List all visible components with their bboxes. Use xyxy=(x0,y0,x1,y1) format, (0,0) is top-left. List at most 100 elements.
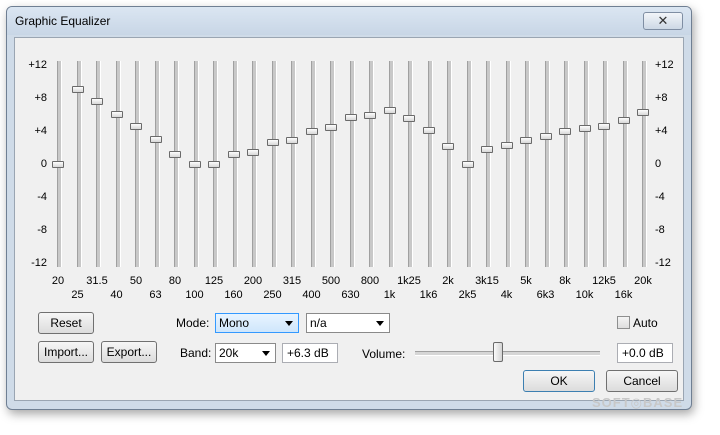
band-slider-125[interactable] xyxy=(208,38,221,273)
band-slider-track[interactable] xyxy=(271,61,277,267)
band-slider-1k25[interactable] xyxy=(403,38,416,273)
band-slider-thumb[interactable] xyxy=(247,148,259,156)
auto-checkbox[interactable] xyxy=(617,316,630,329)
band-slider-track[interactable] xyxy=(115,61,121,267)
band-slider-thumb[interactable] xyxy=(578,125,591,133)
band-slider-80[interactable] xyxy=(169,38,182,273)
band-slider-thumb[interactable] xyxy=(71,86,84,94)
band-slider-thumb[interactable] xyxy=(188,160,201,168)
band-slider-200[interactable] xyxy=(247,38,260,273)
band-slider-16k[interactable] xyxy=(617,38,631,273)
band-slider-track[interactable] xyxy=(310,61,316,267)
band-slider-thumb[interactable] xyxy=(383,106,396,114)
band-slider-track[interactable] xyxy=(603,61,608,267)
band-slider-thumb[interactable] xyxy=(617,116,630,124)
band-slider-thumb[interactable] xyxy=(266,139,279,147)
band-slider-100[interactable] xyxy=(188,38,202,273)
band-slider-track[interactable] xyxy=(642,61,647,267)
reset-button[interactable]: Reset xyxy=(38,312,94,334)
band-slider-track[interactable] xyxy=(349,61,355,267)
band-slider-8k[interactable] xyxy=(559,38,572,273)
band-slider-thumb[interactable] xyxy=(110,111,123,118)
band-slider-1k[interactable] xyxy=(383,38,397,273)
ok-button[interactable]: OK xyxy=(523,370,595,392)
band-slider-track[interactable] xyxy=(525,61,530,267)
band-slider-track[interactable] xyxy=(330,61,335,267)
band-slider-2k[interactable] xyxy=(442,38,455,273)
title-bar[interactable]: Graphic Equalizer ✕ xyxy=(7,7,691,35)
band-gain-field[interactable]: +6.3 dB xyxy=(282,343,338,363)
band-slider-track[interactable] xyxy=(154,61,160,267)
band-slider-500[interactable] xyxy=(325,38,338,273)
band-slider-630[interactable] xyxy=(344,38,358,273)
band-slider-thumb[interactable] xyxy=(598,122,610,130)
band-slider-thumb[interactable] xyxy=(559,127,571,135)
volume-field[interactable]: +0.0 dB xyxy=(617,343,673,363)
band-slider-track[interactable] xyxy=(232,61,238,267)
band-slider-track[interactable] xyxy=(174,61,179,267)
band-slider-6k3[interactable] xyxy=(539,38,553,273)
band-slider-thumb[interactable] xyxy=(442,143,454,151)
band-slider-2k5[interactable] xyxy=(461,38,475,273)
band-slider-20k[interactable] xyxy=(637,38,650,273)
band-slider-1k6[interactable] xyxy=(422,38,436,273)
volume-slider-thumb[interactable] xyxy=(493,342,504,362)
volume-slider-track[interactable] xyxy=(415,351,600,356)
band-slider-thumb[interactable] xyxy=(461,160,474,168)
band-slider-track[interactable] xyxy=(291,61,296,267)
band-slider-track[interactable] xyxy=(622,61,628,267)
band-slider-25[interactable] xyxy=(71,38,85,273)
band-slider-track[interactable] xyxy=(388,61,394,267)
band-slider-thumb[interactable] xyxy=(520,137,532,145)
band-slider-thumb[interactable] xyxy=(422,126,435,134)
band-slider-thumb[interactable] xyxy=(325,124,337,132)
band-slider-thumb[interactable] xyxy=(539,133,552,141)
band-slider-63[interactable] xyxy=(149,38,163,273)
mode-select[interactable]: Mono xyxy=(215,313,299,333)
band-slider-thumb[interactable] xyxy=(149,135,162,143)
band-slider-315[interactable] xyxy=(286,38,299,273)
band-slider-thumb[interactable] xyxy=(500,142,513,150)
band-slider-3k15[interactable] xyxy=(481,38,494,273)
band-slider-track[interactable] xyxy=(486,61,491,267)
band-slider-160[interactable] xyxy=(227,38,241,273)
band-select[interactable]: 20k xyxy=(215,343,276,363)
band-slider-track[interactable] xyxy=(447,61,452,267)
band-slider-5k[interactable] xyxy=(520,38,533,273)
band-slider-12k5[interactable] xyxy=(598,38,611,273)
band-slider-track[interactable] xyxy=(408,61,413,267)
band-slider-thumb[interactable] xyxy=(637,108,649,116)
band-slider-track[interactable] xyxy=(369,61,374,267)
band-slider-40[interactable] xyxy=(110,38,124,273)
band-slider-thumb[interactable] xyxy=(286,137,298,145)
band-slider-thumb[interactable] xyxy=(227,151,240,159)
band-slider-31.5[interactable] xyxy=(91,38,104,273)
band-slider-thumb[interactable] xyxy=(169,151,181,159)
band-slider-250[interactable] xyxy=(266,38,280,273)
band-slider-thumb[interactable] xyxy=(305,127,318,135)
band-slider-thumb[interactable] xyxy=(208,160,220,168)
band-slider-track[interactable] xyxy=(135,61,140,267)
band-slider-track[interactable] xyxy=(427,61,433,267)
export-button[interactable]: Export... xyxy=(101,341,157,363)
band-slider-thumb[interactable] xyxy=(481,146,493,154)
band-slider-800[interactable] xyxy=(364,38,377,273)
band-slider-thumb[interactable] xyxy=(52,160,64,168)
channel-select[interactable]: n/a xyxy=(306,313,390,333)
band-slider-thumb[interactable] xyxy=(364,111,376,119)
band-slider-track[interactable] xyxy=(505,61,511,267)
band-slider-20[interactable] xyxy=(52,38,65,273)
band-slider-track[interactable] xyxy=(583,61,589,267)
band-slider-4k[interactable] xyxy=(500,38,514,273)
band-slider-track[interactable] xyxy=(252,61,257,267)
band-slider-thumb[interactable] xyxy=(403,115,415,123)
band-slider-track[interactable] xyxy=(564,61,569,267)
band-slider-track[interactable] xyxy=(96,61,101,267)
cancel-button[interactable]: Cancel xyxy=(606,370,678,392)
band-slider-10k[interactable] xyxy=(578,38,592,273)
band-slider-thumb[interactable] xyxy=(344,114,357,122)
close-button[interactable]: ✕ xyxy=(643,12,683,30)
band-slider-track[interactable] xyxy=(544,61,550,267)
band-slider-50[interactable] xyxy=(130,38,143,273)
band-slider-thumb[interactable] xyxy=(91,97,103,105)
